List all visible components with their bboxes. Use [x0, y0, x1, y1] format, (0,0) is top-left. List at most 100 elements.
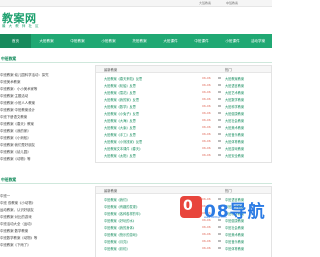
article-date: 06-06 — [202, 82, 211, 87]
list-item[interactable]: 中班教案《小蚂蚁》 — [0, 135, 31, 140]
table-row[interactable]: 大班教案《太阳》反思 06-06 大班安全教案 — [96, 151, 271, 158]
article-title[interactable]: 中班教案《我的身体》 — [104, 225, 136, 230]
nav-item[interactable]: 活动学案 — [244, 34, 272, 48]
topbar-link[interactable]: 中班教案 — [226, 1, 238, 5]
article-title[interactable]: 大班教案《我的家》反思 — [104, 97, 139, 102]
article-title[interactable]: 大班教案《大海》反思 — [104, 118, 136, 123]
article-title[interactable]: 大班教案文本课件《春天》 — [104, 146, 142, 151]
nav-item[interactable]: 小班教案 — [93, 34, 124, 48]
nav-item[interactable]: 首页 — [0, 34, 31, 48]
list-item[interactable]: 中班美术教案 — [0, 79, 20, 84]
list-item[interactable]: 中班活动大全（运动） — [0, 221, 34, 226]
article-title[interactable]: 中班教案《各种各样的车》 — [104, 211, 142, 216]
bullet-icon — [218, 246, 221, 249]
table-row[interactable]: 大班教案《大海》反思 06-06 大班社会教案 — [96, 116, 271, 123]
article-title[interactable]: 大班教案《太阳》反思 — [104, 153, 136, 158]
article-title[interactable]: 中班教案《彩虹》 — [104, 246, 130, 251]
bullet-icon — [218, 225, 221, 228]
related-link[interactable]: 大班数学教案 — [225, 97, 244, 102]
list-item[interactable]: 中班下册语文教案 — [0, 114, 27, 119]
watermark-logo: 0 08导航 www.008top.com — [180, 196, 272, 222]
table-row[interactable]: 大班教案《我的家》反思 06-06 大班数学教案 — [96, 95, 271, 102]
article-title[interactable]: 中班教案《我们》 — [104, 197, 130, 202]
list-item[interactable]: 中班 双教案《小动物》 — [0, 200, 35, 205]
related-link[interactable]: 大班音乐教案 — [225, 132, 244, 137]
site-logo[interactable]: 教案网 最 大 教 师 社 区 — [0, 9, 60, 31]
left-list: 中班教案·幼儿园科学活动：探究 中班美术教案 中班教案：小小美术家等 中班教案·… — [0, 66, 92, 171]
watermark-url: www.008top.com — [204, 216, 227, 219]
list-item[interactable]: 中班教案·主题活动 — [0, 93, 28, 98]
related-link[interactable]: 大班教案教案 — [225, 76, 244, 81]
related-link[interactable]: 中班社会教案 — [225, 225, 244, 230]
related-link[interactable]: 大班安全教案 — [225, 153, 244, 158]
site-slogan: 最 大 教 师 社 区 — [2, 24, 40, 28]
article-title[interactable]: 大班教案《雪花》反思 — [104, 90, 136, 95]
article-title[interactable]: 中班教案《好玩的水》 — [104, 218, 136, 223]
related-link[interactable]: 中班美术教案 — [225, 232, 244, 237]
article-title[interactable]: 大班教案《小熊找家》反思 — [104, 139, 142, 144]
article-panel: 最新教案 热门 大班教案《春天来啦》反思 06-06 大班教案教案 大班教案《轮船》… — [95, 65, 272, 163]
table-row[interactable]: 大班教案《小兔子》反思 06-06 大班健康教案 — [96, 109, 271, 116]
related-link[interactable]: 大班社会教案 — [225, 118, 244, 123]
list-item[interactable]: 中班教案：小小美术家等 — [0, 86, 37, 91]
topbar-link[interactable]: 大班教案 — [199, 1, 211, 5]
table-row[interactable]: 中班教案《我的身体》 06-06 中班社会教案 — [96, 223, 271, 230]
list-item[interactable]: 中班教案《我的家》 — [0, 128, 31, 133]
left-list: 中班一 中班 双教案《小动物》 运动教案，认识好朋友 中班教案·对比的游戏 中班… — [0, 187, 92, 257]
bullet-icon — [218, 97, 221, 100]
bullet-icon — [218, 104, 221, 107]
related-link[interactable]: 大班美术教案 — [225, 125, 244, 130]
related-link[interactable]: 中班体育教案 — [225, 246, 244, 251]
related-link[interactable]: 大班体育教案 — [225, 139, 244, 144]
article-title[interactable]: 大班教案《小兔子》反思 — [104, 111, 139, 116]
list-item[interactable]: 中班教案·小班人人教案 — [0, 100, 35, 105]
article-title[interactable]: 大班教案《大象》反思 — [104, 125, 136, 130]
article-date: 06-06 — [202, 117, 211, 122]
table-row[interactable]: 大班教案《轮船》反思 06-06 大班语言教案 — [96, 81, 271, 88]
list-item[interactable]: 中班数学教案《动物》等 — [0, 235, 37, 240]
table-row[interactable]: 大班教案文本课件《春天》 06-06 大班游戏教案 — [96, 144, 271, 151]
article-title[interactable]: 中班教案《快乐的游戏》 — [104, 232, 139, 237]
list-item[interactable]: 中班教案《春天》教案 — [0, 121, 34, 126]
nav-item[interactable]: 大班课件 — [155, 34, 186, 48]
table-row[interactable]: 中班教案《月亮》 06-06 中班音乐教案 — [96, 237, 271, 244]
table-row[interactable]: 中班教案《快乐的游戏》 06-06 中班美术教案 — [96, 230, 271, 237]
article-title[interactable]: 中班教案《有趣的发现》 — [104, 204, 139, 209]
table-row[interactable]: 大班教案《数学》反思 06-06 大班科学教案 — [96, 102, 271, 109]
list-item[interactable]: 中班教案·数学教案 — [0, 228, 28, 233]
nav-item[interactable]: 中班教案 — [62, 34, 93, 48]
list-item[interactable]: 运动教案，认识好朋友 — [0, 207, 34, 212]
table-row[interactable]: 大班教案《手工》反思 06-06 大班音乐教案 — [96, 130, 271, 137]
article-title[interactable]: 大班教案《轮船》反思 — [104, 83, 136, 88]
article-title[interactable]: 大班教案《数学》反思 — [104, 104, 136, 109]
table-row[interactable]: 大班教案《大象》反思 06-06 大班美术教案 — [96, 123, 271, 130]
article-title[interactable]: 大班教案《手工》反思 — [104, 132, 136, 137]
list-item[interactable]: 中班教案·幼儿园科学活动：探究 — [0, 72, 49, 77]
list-item[interactable]: 中班教案《动物》等 — [0, 156, 31, 161]
table-row[interactable]: 中班教案《彩虹》 06-06 中班体育教案 — [96, 244, 271, 251]
related-link[interactable]: 大班游戏教案 — [225, 146, 244, 151]
table-row[interactable]: 大班教案《小熊找家》反思 06-06 大班体育教案 — [96, 137, 271, 144]
related-link[interactable]: 中班音乐教案 — [225, 239, 244, 244]
related-link[interactable]: 大班语言教案 — [225, 83, 244, 88]
nav-item[interactable]: 大班教案 — [31, 34, 62, 48]
nav-item[interactable]: 中班课件 — [186, 34, 217, 48]
panel-header-label: 最新教案 — [104, 68, 118, 72]
table-row[interactable]: 大班教案《雪花》反思 06-06 大班艺术教案 — [96, 88, 271, 95]
related-link[interactable]: 大班健康教案 — [225, 111, 244, 116]
list-item[interactable]: 中班教案·对比的游戏 — [0, 214, 32, 219]
list-item[interactable]: 中班教案·中班教案设计 — [0, 107, 35, 112]
panel-header: 最新教案 热门 — [96, 187, 271, 194]
list-item[interactable]: 中班教案《幼儿园》 — [0, 149, 31, 154]
article-title[interactable]: 中班教案《月亮》 — [104, 239, 130, 244]
list-item[interactable]: 中班一 — [0, 193, 10, 198]
article-title[interactable]: 大班教案《春天来啦》反思 — [104, 76, 142, 81]
bullet-icon — [218, 118, 221, 121]
list-item[interactable]: 中班教案《下雨了》 — [0, 242, 31, 247]
nav-item[interactable]: 托班教案 — [124, 34, 155, 48]
list-item[interactable]: 中班教案·我们是好朋友 — [0, 142, 35, 147]
article-date: 06-06 — [202, 103, 211, 108]
related-link[interactable]: 大班艺术教案 — [225, 90, 244, 95]
related-link[interactable]: 大班科学教案 — [225, 104, 244, 109]
table-row[interactable]: 大班教案《春天来啦》反思 06-06 大班教案教案 — [96, 74, 271, 81]
